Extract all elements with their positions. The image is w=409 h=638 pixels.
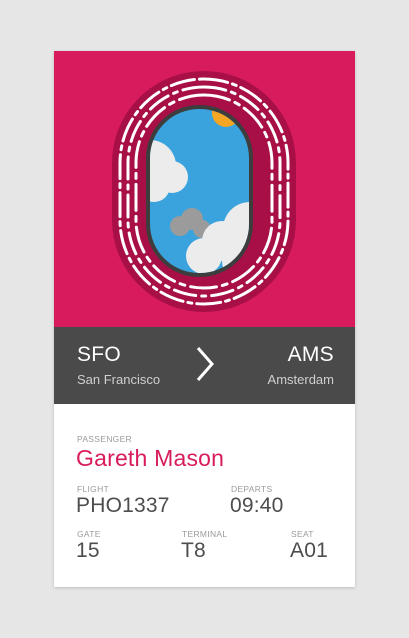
origin-city: San Francisco [77, 372, 161, 387]
gate-value: 15 [76, 539, 100, 562]
passenger-name: Gareth Mason [76, 445, 225, 471]
departs-label: DEPARTS [231, 484, 273, 494]
airplane-window-illustration [54, 51, 355, 327]
departure-time: 09:40 [230, 494, 284, 517]
origin-code: SFO [77, 343, 122, 366]
flight-details: PASSENGER Gareth Mason FLIGHT PHO1337 DE… [54, 404, 355, 587]
seat-label: SEAT [291, 529, 314, 539]
passenger-label: PASSENGER [77, 434, 132, 444]
flight-number: PHO1337 [76, 494, 170, 517]
chevron-right-icon [196, 347, 214, 381]
terminal-value: T8 [181, 539, 206, 562]
gate-label: GATE [77, 529, 101, 539]
airplane-window-icon [112, 71, 296, 312]
flight-label: FLIGHT [77, 484, 110, 494]
destination-city: Amsterdam [267, 372, 334, 387]
seat-value: A01 [290, 539, 328, 562]
destination-code: AMS [287, 343, 334, 366]
boarding-pass-card: SFO San Francisco AMS Amsterdam PASSENGE… [54, 51, 355, 587]
terminal-label: TERMINAL [182, 529, 228, 539]
route-bar: SFO San Francisco AMS Amsterdam [54, 327, 355, 404]
